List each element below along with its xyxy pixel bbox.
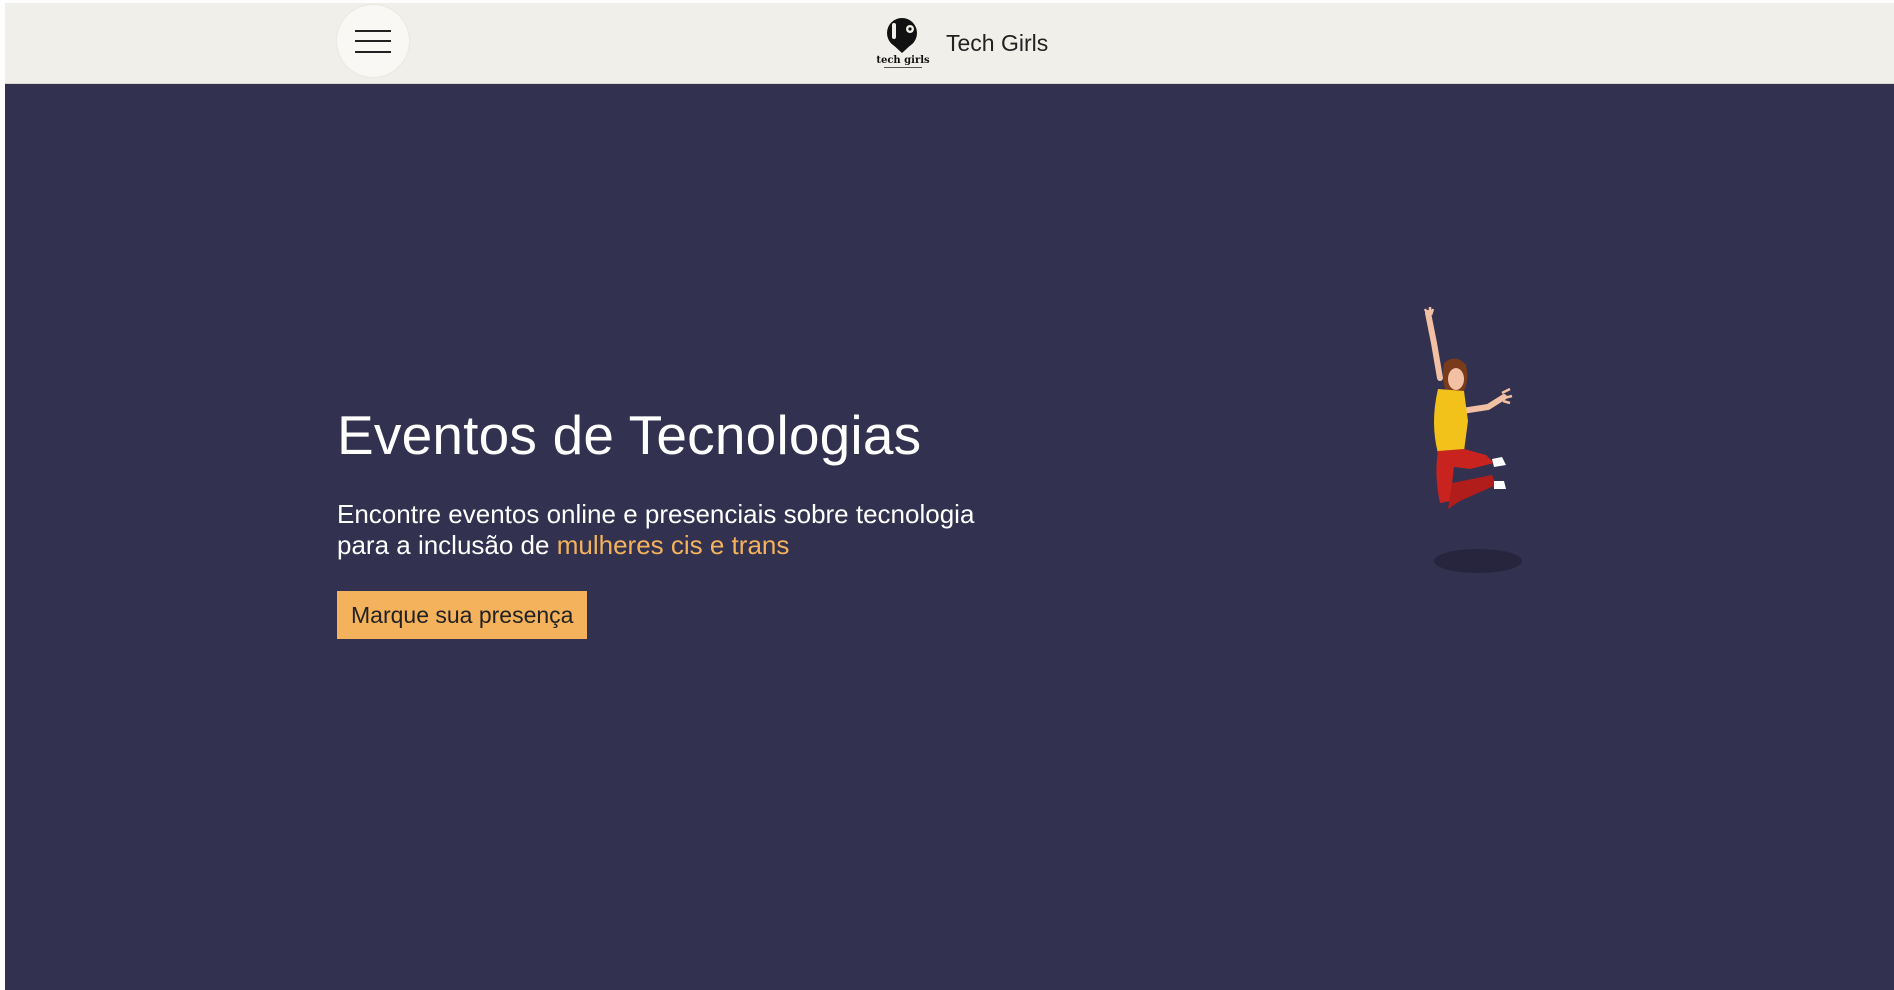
menu-button[interactable] — [337, 5, 409, 77]
jumping-woman-illustration — [1400, 303, 1540, 583]
page: tech girls Tech Girls Eventos de Tecnolo… — [5, 3, 1894, 990]
hero-text-line2: para a inclusão de — [337, 530, 557, 560]
hero-description: Encontre eventos online e presenciais so… — [337, 499, 977, 561]
tech-girls-logo: tech girls — [870, 15, 936, 71]
logo-text: tech girls — [876, 55, 930, 66]
brand-link[interactable]: tech girls Tech Girls — [870, 11, 1048, 75]
brand-name: Tech Girls — [946, 29, 1049, 56]
hero-highlight: mulheres cis e trans — [556, 530, 790, 560]
hero-text-line1: Encontre eventos online e presenciais so… — [337, 499, 975, 529]
hamburger-menu-icon — [355, 30, 391, 32]
navbar: tech girls Tech Girls — [5, 3, 1894, 84]
hero-section: Eventos de Tecnologias Encontre eventos … — [337, 403, 1037, 639]
hero-title: Eventos de Tecnologias — [337, 404, 922, 466]
cta-button[interactable]: Marque sua presença — [337, 591, 588, 639]
